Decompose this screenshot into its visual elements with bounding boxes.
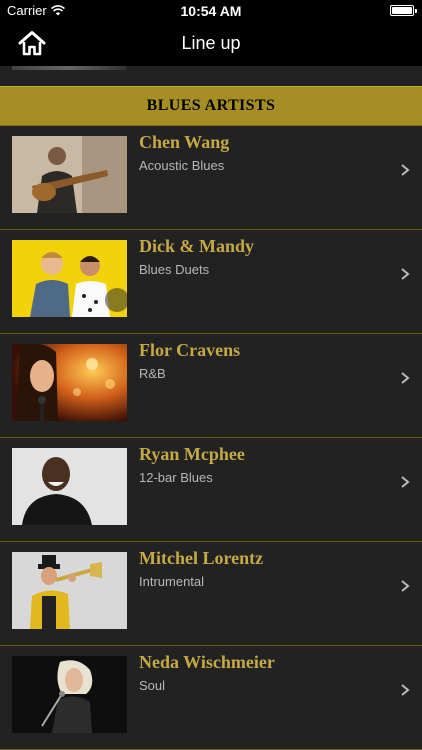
chevron-right-icon xyxy=(401,372,410,384)
artist-genre: Blues Duets xyxy=(139,262,210,277)
artist-name: Neda Wischmeier xyxy=(139,652,275,672)
status-time: 10:54 AM xyxy=(180,3,242,19)
battery-icon xyxy=(390,5,417,16)
artist-genre: Intrumental xyxy=(139,574,205,589)
artist-name: Ryan Mcphee xyxy=(139,444,245,464)
partial-row[interactable] xyxy=(0,66,422,86)
page-title: Line up xyxy=(181,33,241,53)
artist-photo xyxy=(12,448,127,525)
list-item-chen-wang[interactable]: Chen Wang Acoustic Blues xyxy=(0,126,422,230)
chevron-right-icon xyxy=(401,476,410,488)
artist-name: Dick & Mandy xyxy=(139,236,255,256)
chevron-right-icon xyxy=(401,164,410,176)
list-item-mitchel-lorentz[interactable]: Mitchel Lorentz Intrumental xyxy=(0,542,422,646)
artist-genre: Acoustic Blues xyxy=(139,158,225,173)
artist-photo xyxy=(12,240,127,317)
chevron-right-icon xyxy=(401,268,410,280)
partial-row-thumbnail xyxy=(12,66,126,70)
artist-photo xyxy=(12,344,127,421)
status-bar: Carrier 10:54 AM xyxy=(0,0,422,22)
artist-name: Mitchel Lorentz xyxy=(139,548,264,568)
list-item-ryan-mcphee[interactable]: Ryan Mcphee 12-bar Blues xyxy=(0,438,422,542)
artist-photo xyxy=(12,552,127,629)
artist-list: Chen Wang Acoustic Blues Dick & Mandy Bl… xyxy=(0,126,422,750)
artist-photo xyxy=(12,136,127,213)
chevron-right-icon xyxy=(401,684,410,696)
chevron-right-icon xyxy=(401,580,410,592)
artist-name: Flor Cravens xyxy=(139,340,241,360)
artist-genre: 12-bar Blues xyxy=(139,470,213,485)
section-title: BLUES ARTISTS xyxy=(146,97,276,114)
artist-photo xyxy=(12,656,127,733)
list-item-flor-cravens[interactable]: Flor Cravens R&B xyxy=(0,334,422,438)
list-item-dick-mandy[interactable]: Dick & Mandy Blues Duets xyxy=(0,230,422,334)
section-header: BLUES ARTISTS xyxy=(0,86,422,126)
artist-name: Chen Wang xyxy=(139,132,230,152)
artist-genre: Soul xyxy=(139,678,166,693)
list-item-neda-wischmeier[interactable]: Neda Wischmeier Soul xyxy=(0,646,422,750)
nav-bar: Line up xyxy=(0,22,422,66)
artist-genre: R&B xyxy=(139,366,166,381)
